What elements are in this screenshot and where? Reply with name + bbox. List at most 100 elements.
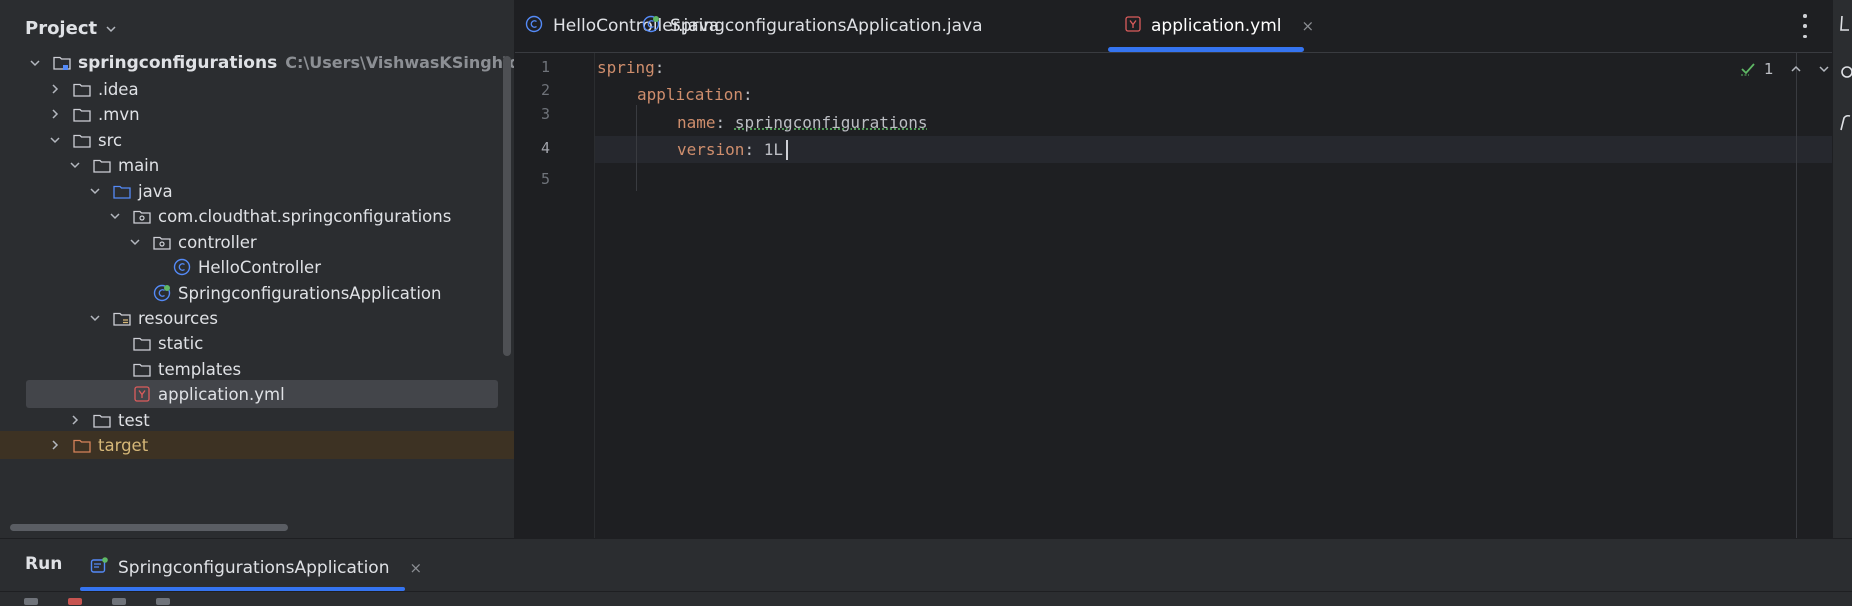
chevron-down-icon[interactable] <box>1818 63 1830 75</box>
module-folder-icon <box>52 54 72 72</box>
tree-item-springconfigurations[interactable]: springconfigurations C:\Users\VishwasKSin… <box>0 49 514 77</box>
tree-item-name: SpringconfigurationsApplication <box>178 284 441 303</box>
yaml-key: name <box>677 113 716 132</box>
source-folder-icon <box>112 182 132 200</box>
tree-item-name: src <box>98 131 122 150</box>
code-line[interactable]: application: <box>637 85 753 104</box>
line-number: 2 <box>514 81 550 99</box>
tree-item-src[interactable]: src <box>0 126 514 154</box>
tree-item-label: static <box>158 334 203 353</box>
tree-item-hellocontroller[interactable]: HelloController <box>0 253 514 281</box>
tab-application-yml[interactable]: application.yml × <box>1125 0 1314 52</box>
tree-item-name: templates <box>158 360 241 379</box>
folder-icon <box>72 131 92 149</box>
inspection-widget[interactable]: 1 <box>1740 60 1830 78</box>
tree-item-label: HelloController <box>198 258 321 277</box>
chevron-down-icon[interactable] <box>108 209 122 223</box>
line-number: 3 <box>514 105 550 123</box>
tree-item-name: HelloController <box>198 258 321 277</box>
tree-item-target[interactable]: target <box>0 431 514 459</box>
chevron-right-icon[interactable] <box>48 107 62 121</box>
indent-guide <box>636 105 637 191</box>
folder-icon <box>132 334 152 352</box>
chevron-down-icon[interactable] <box>48 133 62 147</box>
line-number-gutter <box>515 53 595 538</box>
tree-item-springconfigurationsapplication[interactable]: SpringconfigurationsApplication <box>0 279 514 307</box>
gutter-separator <box>594 53 595 538</box>
tree-item-name: springconfigurations <box>78 53 277 73</box>
chevron-up-icon[interactable] <box>1790 63 1802 75</box>
tab-label: SpringconfigurationsApplication.java <box>670 16 983 36</box>
run-tab-springconfigurations-application[interactable]: SpringconfigurationsApplication × <box>90 548 422 588</box>
tree-item-static[interactable]: static <box>0 329 514 357</box>
resources-folder-icon <box>112 309 132 327</box>
tree-item-label: main <box>118 156 159 175</box>
run-toolbar-icons <box>24 598 170 605</box>
class-icon <box>172 258 192 276</box>
tree-item-label: target <box>98 436 148 455</box>
tree-item-label: test <box>118 411 150 430</box>
tree-item-resources[interactable]: resources <box>0 304 514 332</box>
close-icon[interactable]: × <box>409 559 422 577</box>
active-tab-indicator <box>1108 47 1304 52</box>
project-view-selector[interactable]: Project <box>25 18 117 39</box>
tree-vertical-scrollbar[interactable] <box>503 56 511 356</box>
restore-layout-icon[interactable] <box>112 598 126 605</box>
tree-item-label: templates <box>158 360 241 379</box>
yaml-value: 1L <box>764 140 783 159</box>
chevron-down-icon[interactable] <box>28 56 42 70</box>
yaml-value: springconfigurations <box>735 113 928 132</box>
chevron-down-icon[interactable] <box>128 235 142 249</box>
inspection-count: 1 <box>1764 60 1774 78</box>
folder-icon <box>132 360 152 378</box>
project-panel: Project springconfigurations C:\Users\Vis… <box>0 0 514 538</box>
text-caret <box>786 140 788 160</box>
package-icon <box>152 233 172 251</box>
code-line[interactable]: name: springconfigurations <box>677 113 927 132</box>
run-toolbar <box>0 591 1852 606</box>
chevron-right-icon[interactable] <box>48 438 62 452</box>
tree-item-name: com.cloudthat.springconfigurations <box>158 207 451 226</box>
yaml-key: application <box>637 85 743 104</box>
module-path: C:\Users\VishwasKSingh\deloitt <box>285 53 514 72</box>
yaml-file-icon <box>132 385 152 403</box>
tree-item-templates[interactable]: templates <box>0 355 514 383</box>
chevron-right-icon[interactable] <box>68 413 82 427</box>
more-options-icon[interactable] <box>1798 14 1812 38</box>
tree-item-idea[interactable]: .idea <box>0 75 514 103</box>
ai-assistant-icon[interactable] <box>1838 62 1852 87</box>
rerun-icon[interactable] <box>24 598 38 605</box>
code-line[interactable]: spring: <box>597 58 664 77</box>
tree-horizontal-scrollbar[interactable] <box>10 524 288 531</box>
project-title: Project <box>25 18 97 39</box>
chevron-down-icon[interactable] <box>88 311 102 325</box>
tree-item-name: java <box>138 182 173 201</box>
tree-item-label: application.yml <box>158 385 285 404</box>
yaml-key: version <box>677 140 744 159</box>
folder-icon <box>92 156 112 174</box>
tree-item-mvn[interactable]: .mvn <box>0 100 514 128</box>
tree-item-test[interactable]: test <box>0 406 514 434</box>
tree-item-application-yml[interactable]: application.yml <box>0 380 514 408</box>
tab-springconfigurations-application[interactable]: SpringconfigurationsApplication.java <box>642 0 983 52</box>
tree-item-controller[interactable]: controller <box>0 228 514 256</box>
code-line[interactable]: version: 1L <box>677 140 783 159</box>
camera-icon[interactable] <box>156 598 170 605</box>
chevron-down-icon[interactable] <box>68 158 82 172</box>
tree-item-name: static <box>158 334 203 353</box>
database-icon[interactable] <box>1838 112 1852 137</box>
chevron-down-icon[interactable] <box>88 184 102 198</box>
tree-item-label: resources <box>138 309 218 328</box>
notifications-icon[interactable] <box>1838 14 1852 39</box>
class-icon <box>525 15 543 38</box>
tree-item-main[interactable]: main <box>0 151 514 179</box>
chevron-right-icon[interactable] <box>48 82 62 96</box>
stop-icon[interactable] <box>68 598 82 605</box>
tree-item-java[interactable]: java <box>0 177 514 205</box>
tree-item-com-cloudthat-springconfigurations[interactable]: com.cloudthat.springconfigurations <box>0 202 514 230</box>
tree-item-label: springconfigurations C:\Users\VishwasKSin… <box>78 53 514 73</box>
line-number: 4 <box>514 139 550 157</box>
tree-item-label: SpringconfigurationsApplication <box>178 284 441 303</box>
close-icon[interactable]: × <box>1302 17 1315 35</box>
tree-item-label: com.cloudthat.springconfigurations <box>158 207 451 226</box>
